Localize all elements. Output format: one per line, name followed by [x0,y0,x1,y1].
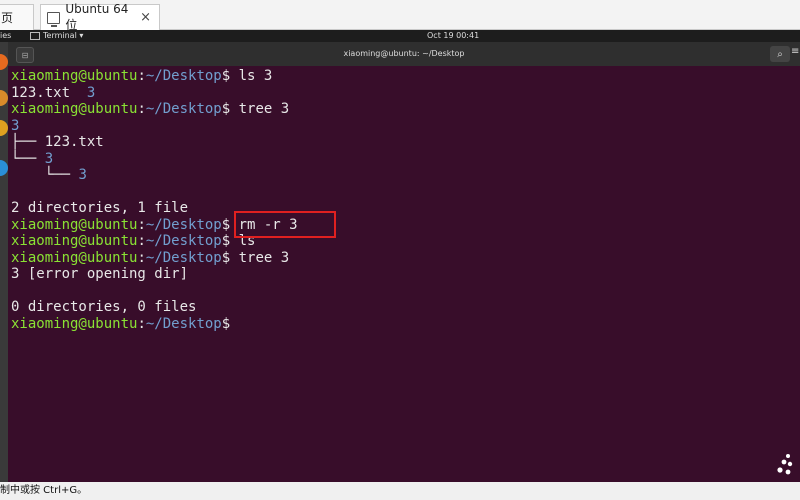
terminal-line: 2 directories, 1 file [11,200,188,216]
highlight-box [234,211,336,238]
prompt-user: xiaoming@ubuntu [11,249,138,266]
command-text: tree 3 [238,249,290,266]
terminal-icon [30,31,40,40]
prompt-user: xiaoming@ubuntu [11,233,138,249]
window-title: xiaoming@ubuntu: ~/Desktop [343,49,465,58]
dock-app-icon[interactable] [0,54,8,70]
hamburger-menu-icon[interactable]: ≡ [791,46,800,62]
tab-ubuntu-label: Ubuntu 64 位 [65,2,129,32]
dir-name: 3 [78,167,87,183]
file-name: 123.txt [11,84,71,101]
terminal-line: xiaoming@ubuntu:~/Desktop$ ls 3 [11,68,272,84]
prompt-path: ~/Desktop [145,68,222,84]
tab-home[interactable]: 页 [0,4,34,30]
command-text: tree 3 [238,101,290,117]
prompt-path: ~/Desktop [145,315,222,332]
prompt-symbol: $ [221,68,239,84]
gnome-top-bar: ies Terminal ▾ Oct 19 00:41 [0,30,800,42]
terminal-app-menu-label: Terminal ▾ [43,31,84,40]
terminal-line: └── 3 [11,167,87,183]
terminal-line: └── 3 [11,151,53,167]
terminal-line: xiaoming@ubuntu:~/Desktop$ tree 3 [11,101,289,117]
tree-branch: └── [11,167,79,183]
prompt-path: ~/Desktop [145,249,222,266]
terminal-header-bar: ⊟ xiaoming@ubuntu: ~/Desktop ⌕ ≡ [8,42,800,66]
tree-branch: └── [11,150,45,167]
prompt-sep: : [137,68,146,84]
prompt-sep: : [137,233,146,249]
prompt-sep: : [137,249,146,266]
clock[interactable]: Oct 19 00:41 [427,31,479,40]
terminal-line: ├── 123.txt [11,134,104,150]
terminal-line: xiaoming@ubuntu:~/Desktop$ ls [11,233,255,249]
prompt-user: xiaoming@ubuntu [11,68,138,84]
dir-name: 3 [44,150,54,167]
prompt-path: ~/Desktop [145,233,222,249]
prompt-sep: : [137,101,146,117]
dir-name: 3 [86,84,96,101]
prompt-sep: : [137,216,146,233]
tab-close-icon[interactable]: × [140,10,151,25]
dock-app-icon[interactable] [0,120,8,136]
search-icon[interactable]: ⌕ [770,46,790,62]
vm-tab-strip: 页 Ubuntu 64 位 × [0,0,800,32]
prompt-user: xiaoming@ubuntu [11,315,138,332]
terminal-line: 3 [error opening dir] [11,266,188,282]
terminal-app-menu[interactable]: Terminal ▾ [30,31,83,40]
prompt-user: xiaoming@ubuntu [11,101,138,117]
terminal-line: 0 directories, 0 files [11,299,196,315]
prompt-sep: : [137,315,146,332]
prompt-symbol: $ [221,315,239,332]
activities-button[interactable]: ies [0,31,11,40]
terminal-line: xiaoming@ubuntu:~/Desktop$ tree 3 [11,250,289,266]
tab-ubuntu-vm[interactable]: Ubuntu 64 位 × [40,2,160,32]
output-text: 3 [error opening dir] [11,266,189,282]
output-text: ├── 123.txt [11,134,104,150]
dock-app-icon[interactable] [0,160,8,176]
dock-app-icon[interactable] [0,90,8,106]
terminal-text: xiaoming@ubuntu:~/Desktop$ ls 3 123.txt … [11,68,298,332]
status-text: 制中或按 Ctrl+G。 [0,485,88,496]
terminal-output[interactable]: xiaoming@ubuntu:~/Desktop$ ls 3 123.txt … [8,66,800,482]
vm-status-bar: 制中或按 Ctrl+G。 [0,454,800,500]
tab-home-label: 页 [1,11,14,25]
terminal-line: 3 [11,118,19,134]
output-text: 0 directories, 0 files [11,299,197,315]
prompt-path: ~/Desktop [145,216,222,233]
prompt-symbol: $ [221,249,239,266]
vm-display-icon [47,11,61,27]
dock [0,42,8,482]
prompt-user: xiaoming@ubuntu [11,216,138,233]
prompt-symbol: $ [221,101,239,117]
command-text: ls 3 [238,68,273,84]
output-text: 3 [11,117,20,134]
terminal-line: 123.txt 3 [11,85,95,101]
terminal-line: xiaoming@ubuntu:~/Desktop$ [11,316,239,332]
output-text: 2 directories, 1 file [11,200,189,216]
prompt-path: ~/Desktop [145,101,222,117]
resize-grip-icon[interactable] [770,452,794,478]
